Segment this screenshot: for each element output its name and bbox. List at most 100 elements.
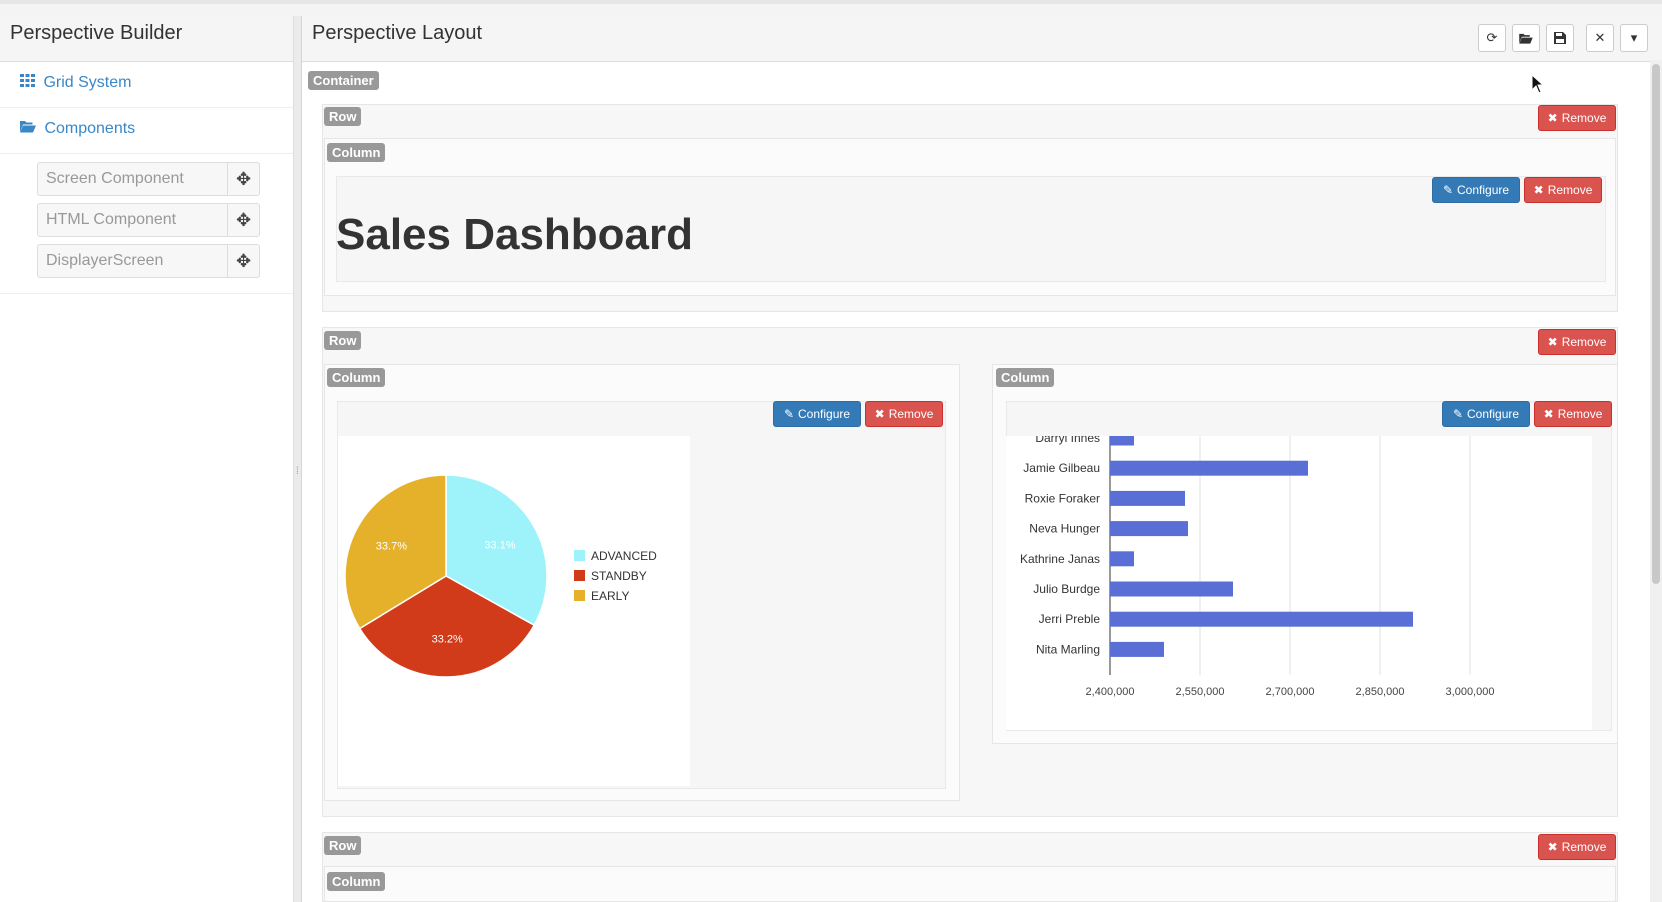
close-icon: ✖ xyxy=(1543,407,1554,421)
scrollbar-thumb[interactable] xyxy=(1652,64,1660,584)
configure-label: Configure xyxy=(798,407,851,421)
bar-category-label: Jamie Gilbeau xyxy=(1023,461,1100,475)
container-tag: Container xyxy=(308,71,379,90)
bar-darryl-innes xyxy=(1110,436,1134,446)
bar-chart: Darryl Innes Jamie Gilbeau Roxie Foraker Ne… xyxy=(1006,436,1592,730)
close-icon: ✖ xyxy=(1547,840,1558,854)
column-tag: Column xyxy=(327,143,386,162)
legend-label-standby: STANDBY xyxy=(591,569,647,583)
bar-kathrine-janas xyxy=(1110,551,1134,567)
remove-bar-button[interactable]: ✖ Remove xyxy=(1534,401,1612,427)
screen-component-item[interactable]: Screen Component ✥ xyxy=(37,162,260,196)
dashboard-title: Sales Dashboard xyxy=(336,210,694,259)
bar-category-label: Kathrine Janas xyxy=(1020,552,1100,566)
refresh-icon: ⟳ xyxy=(1486,30,1498,45)
close-icon: ✕ xyxy=(1594,30,1606,45)
close-button[interactable]: ✕ xyxy=(1586,24,1614,52)
page-title: Perspective Layout xyxy=(312,22,483,44)
row-tag: Row xyxy=(324,331,362,350)
pie-slice-label: 33.7% xyxy=(376,540,407,552)
component-label: HTML Component xyxy=(46,211,177,228)
bar-nita-marling xyxy=(1110,641,1164,657)
grid-system-section[interactable]: Grid System xyxy=(0,62,293,108)
main-header: Perspective Layout ⟳ ✕ ▾ xyxy=(302,16,1662,62)
remove-row-3-button[interactable]: ✖ Remove xyxy=(1538,834,1616,860)
bar-category-label: Darryl Innes xyxy=(1035,436,1100,445)
save-button[interactable] xyxy=(1546,24,1574,52)
perspective-builder-panel: Perspective Builder Grid System Componen… xyxy=(0,16,294,902)
configure-pie-button[interactable]: ✎ Configure xyxy=(773,401,861,427)
row-3-column xyxy=(324,866,1616,902)
x-tick-label: 2,550,000 xyxy=(1176,686,1225,698)
folder-open-icon xyxy=(20,120,40,137)
column-tag: Column xyxy=(327,368,386,387)
edit-icon: ✎ xyxy=(1442,183,1454,197)
sidebar-title: Perspective Builder xyxy=(0,16,293,62)
legend-label-advanced: ADVANCED xyxy=(591,549,657,563)
component-label: Screen Component xyxy=(46,170,184,187)
menu-dropdown-button[interactable]: ▾ xyxy=(1620,24,1648,52)
configure-bar-button[interactable]: ✎ Configure xyxy=(1442,401,1530,427)
remove-label: Remove xyxy=(888,407,934,421)
folder-open-icon xyxy=(1519,33,1533,44)
configure-title-button[interactable]: ✎ Configure xyxy=(1432,177,1520,203)
component-list: Screen Component ✥ HTML Component ✥ Disp… xyxy=(0,154,293,294)
row-tag: Row xyxy=(324,836,362,855)
bar-category-label: Roxie Foraker xyxy=(1025,491,1100,505)
x-tick-label: 2,850,000 xyxy=(1356,686,1405,698)
mouse-cursor-icon xyxy=(1531,74,1545,94)
x-tick-label: 2,700,000 xyxy=(1266,686,1315,698)
components-section[interactable]: Components xyxy=(0,108,293,154)
top-border xyxy=(0,0,1662,4)
remove-title-button[interactable]: ✖ Remove xyxy=(1524,177,1602,203)
component-label: DisplayerScreen xyxy=(46,252,164,269)
bar-category-label: Neva Hunger xyxy=(1029,522,1100,536)
pie-chart: 33.1% 33.2% 33.7% ADVANCED STANDBY EARLY xyxy=(338,436,690,786)
remove-row-2-button[interactable]: ✖ Remove xyxy=(1538,329,1616,355)
panel-splitter[interactable]: ⁞ xyxy=(294,16,302,902)
close-icon: ✖ xyxy=(1547,111,1558,125)
configure-label: Configure xyxy=(1467,407,1520,421)
legend-swatch-standby xyxy=(574,570,585,581)
row-tag: Row xyxy=(324,107,362,126)
main-scrollbar[interactable] xyxy=(1650,60,1662,902)
bar-category-label: Nita Marling xyxy=(1036,642,1100,656)
edit-icon: ✎ xyxy=(1452,407,1464,421)
edit-icon: ✎ xyxy=(783,407,795,421)
move-icon[interactable]: ✥ xyxy=(227,245,259,277)
bar-category-label: Julio Burdge xyxy=(1033,582,1100,596)
caret-down-icon: ▾ xyxy=(1630,30,1638,45)
bar-jamie-gilbeau xyxy=(1110,460,1308,476)
bar-roxie-foraker xyxy=(1110,490,1185,506)
bar-category-label: Jerri Preble xyxy=(1039,612,1101,626)
toolbar: ⟳ ✕ ▾ xyxy=(1478,24,1648,52)
splitter-grip-icon: ⁞ xyxy=(296,466,299,477)
components-label: Components xyxy=(44,120,136,137)
remove-label: Remove xyxy=(1557,407,1603,421)
legend-swatch-advanced xyxy=(574,550,585,561)
remove-row-1-button[interactable]: ✖ Remove xyxy=(1538,105,1616,131)
displayer-screen-item[interactable]: DisplayerScreen ✥ xyxy=(37,244,260,278)
grid-icon xyxy=(20,74,39,91)
bar-julio-burdge xyxy=(1110,581,1233,597)
pie-slice-label: 33.1% xyxy=(484,539,515,551)
remove-label: Remove xyxy=(1561,840,1607,854)
remove-pie-button[interactable]: ✖ Remove xyxy=(865,401,943,427)
remove-label: Remove xyxy=(1547,183,1593,197)
bar-jerri-preble xyxy=(1110,611,1413,627)
move-icon[interactable]: ✥ xyxy=(227,204,259,236)
refresh-button[interactable]: ⟳ xyxy=(1478,24,1506,52)
close-icon: ✖ xyxy=(874,407,885,421)
html-component-item[interactable]: HTML Component ✥ xyxy=(37,203,260,237)
move-icon[interactable]: ✥ xyxy=(227,163,259,195)
x-tick-label: 3,000,000 xyxy=(1446,686,1495,698)
grid-system-label: Grid System xyxy=(43,74,132,91)
column-tag: Column xyxy=(996,368,1055,387)
legend-label-early: EARLY xyxy=(591,589,629,603)
open-button[interactable] xyxy=(1512,24,1540,52)
close-icon: ✖ xyxy=(1533,183,1544,197)
save-icon xyxy=(1554,32,1566,44)
x-tick-label: 2,400,000 xyxy=(1086,686,1135,698)
column-tag: Column xyxy=(327,872,386,891)
bar-neva-hunger xyxy=(1110,521,1188,537)
